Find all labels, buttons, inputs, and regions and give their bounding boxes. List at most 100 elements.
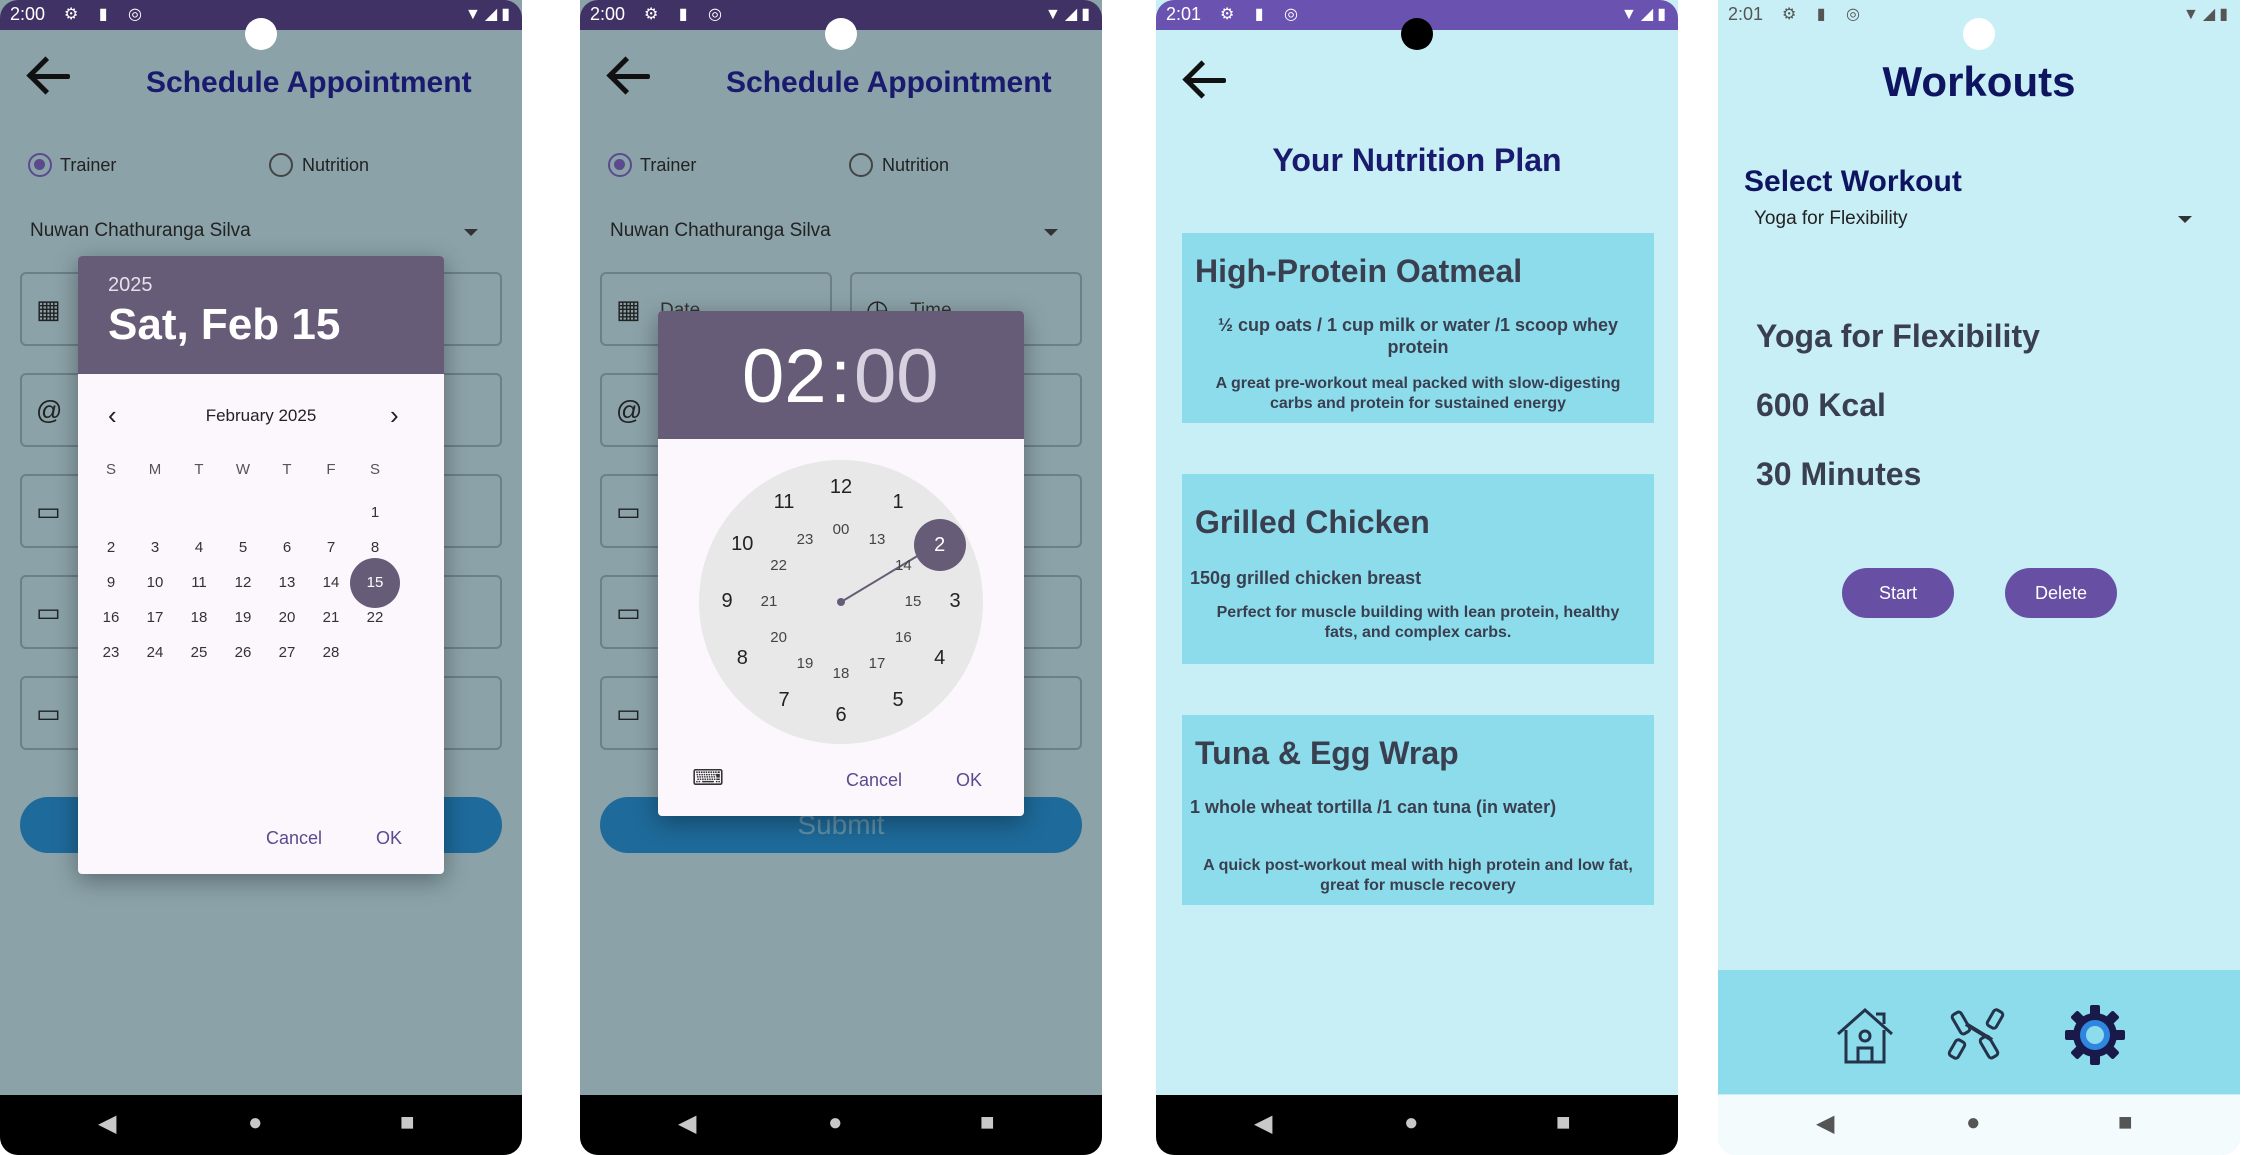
calendar-day[interactable]: 19	[221, 609, 265, 626]
meal-card-3[interactable]: Tuna & Egg Wrap 1 whole wheat tortilla /…	[1182, 715, 1654, 905]
calendar-day[interactable]: 28	[309, 644, 353, 661]
calendar-day[interactable]: 11	[177, 574, 221, 591]
clock-hour[interactable]: 9	[709, 590, 745, 613]
calendar-day[interactable]: 6	[265, 539, 309, 556]
calendar-day[interactable]: 5	[221, 539, 265, 556]
calendar-day[interactable]: 20	[265, 609, 309, 626]
delete-button[interactable]: Delete	[2005, 568, 2117, 618]
calendar-day[interactable]: 18	[177, 609, 221, 626]
nav-recents-icon[interactable]: ■	[400, 1109, 415, 1137]
chevron-down-icon[interactable]	[2178, 216, 2192, 223]
time-ok-button[interactable]: OK	[956, 770, 982, 791]
clock-hour-inner[interactable]: 23	[787, 531, 823, 548]
calendar-day[interactable]: 10	[133, 574, 177, 591]
clock-hour[interactable]: 12	[823, 476, 859, 499]
calendar-day[interactable]: 24	[133, 644, 177, 661]
clock-hour[interactable]: 5	[880, 689, 916, 712]
clock-hour-inner[interactable]: 19	[787, 655, 823, 672]
back-arrow-icon[interactable]	[606, 56, 656, 96]
nav-back-icon[interactable]: ◀	[678, 1109, 696, 1138]
dumbbell-icon[interactable]	[1944, 1000, 2014, 1070]
clock-hour-inner[interactable]: 00	[823, 521, 859, 538]
card-icon: ▭	[36, 597, 61, 627]
back-arrow-icon[interactable]	[26, 56, 76, 96]
calendar-day[interactable]: 8	[353, 539, 397, 556]
camera-cutout	[245, 18, 277, 50]
meal-ingredients: 1 whole wheat tortilla /1 can tuna (in w…	[1190, 797, 1557, 817]
clock-hour-inner[interactable]: 15	[895, 593, 931, 610]
nav-back-icon[interactable]: ◀	[1816, 1109, 1834, 1138]
chevron-down-icon[interactable]	[464, 229, 478, 236]
clock-hour[interactable]: 6	[823, 704, 859, 727]
clock-hour[interactable]: 7	[766, 689, 802, 712]
calendar-day[interactable]: 17	[133, 609, 177, 626]
clock-hour[interactable]: 11	[766, 491, 802, 514]
calendar-day[interactable]: 7	[309, 539, 353, 556]
clock-hour-inner[interactable]: 13	[859, 531, 895, 548]
clock-face[interactable]: 12 1 2 3 4 5 6 7 8 9 10 11 00 13 14 15 16 17 18 19 20 21 22 23	[699, 460, 983, 744]
trainer-dropdown[interactable]: Nuwan Chathuranga Silva	[30, 220, 251, 242]
date-picker-year[interactable]: 2025	[108, 274, 153, 297]
keyboard-icon[interactable]: ⌨	[692, 765, 724, 791]
nav-home-icon[interactable]: ●	[1404, 1109, 1419, 1137]
nav-home-icon[interactable]: ●	[248, 1109, 263, 1137]
nav-back-icon[interactable]: ◀	[1254, 1109, 1272, 1138]
calendar-day[interactable]: 2	[89, 539, 133, 556]
nav-home-icon[interactable]: ●	[828, 1109, 843, 1137]
nav-home-icon[interactable]: ●	[1966, 1109, 1981, 1137]
back-arrow-icon[interactable]	[1182, 60, 1232, 100]
calendar-day-selected[interactable]: 15	[350, 558, 400, 608]
nav-recents-icon[interactable]: ■	[1556, 1109, 1571, 1137]
time-cancel-button[interactable]: Cancel	[846, 770, 902, 791]
calendar-day[interactable]: 12	[221, 574, 265, 591]
calendar-day[interactable]: 26	[221, 644, 265, 661]
calendar-day[interactable]: 21	[309, 609, 353, 626]
calendar-day[interactable]: 9	[89, 574, 133, 591]
nav-recents-icon[interactable]: ■	[2118, 1109, 2133, 1137]
settings-gear-icon[interactable]	[2060, 1000, 2130, 1070]
clock-hour-inner[interactable]: 17	[859, 655, 895, 672]
meal-card-2[interactable]: Grilled Chicken 150g grilled chicken bre…	[1182, 474, 1654, 664]
time-hour[interactable]: 02	[742, 333, 827, 420]
clock-hour-inner[interactable]: 16	[885, 629, 921, 646]
clock-hour[interactable]: 4	[922, 647, 958, 670]
calendar-day[interactable]: 14	[309, 574, 353, 591]
nav-back-icon[interactable]: ◀	[98, 1109, 116, 1138]
card-icon: ▭	[616, 496, 641, 526]
next-month-chevron-icon[interactable]: ›	[390, 400, 399, 431]
meal-title: Tuna & Egg Wrap	[1195, 735, 1459, 771]
calendar-day[interactable]: 13	[265, 574, 309, 591]
calendar-day[interactable]: 23	[89, 644, 133, 661]
clock-hour-inner[interactable]: 18	[823, 665, 859, 682]
calendar-day[interactable]: 4	[177, 539, 221, 556]
radio-trainer[interactable]	[28, 153, 52, 177]
radio-trainer[interactable]	[608, 153, 632, 177]
clock-selected-hour[interactable]: 2	[913, 519, 966, 571]
date-cancel-button[interactable]: Cancel	[266, 828, 322, 849]
clock-hour-inner[interactable]: 14	[885, 557, 921, 574]
date-ok-button[interactable]: OK	[376, 828, 402, 849]
calendar-day[interactable]: 25	[177, 644, 221, 661]
clock-hour[interactable]: 10	[724, 533, 760, 556]
clock-hour[interactable]: 8	[724, 647, 760, 670]
calendar-day[interactable]: 22	[353, 609, 397, 626]
clock-hour[interactable]: 3	[937, 590, 973, 613]
calendar-day[interactable]: 3	[133, 539, 177, 556]
clock-hour[interactable]: 1	[880, 491, 916, 514]
radio-nutrition[interactable]	[849, 153, 873, 177]
meal-card-1[interactable]: High-Protein Oatmeal ½ cup oats / 1 cup …	[1182, 233, 1654, 423]
nav-recents-icon[interactable]: ■	[980, 1109, 995, 1137]
calendar-day[interactable]: 27	[265, 644, 309, 661]
workout-dropdown[interactable]: Yoga for Flexibility	[1754, 208, 1907, 230]
clock-hour-inner[interactable]: 21	[751, 593, 787, 610]
time-minute[interactable]: 00	[854, 333, 939, 420]
calendar-day[interactable]: 16	[89, 609, 133, 626]
trainer-dropdown[interactable]: Nuwan Chathuranga Silva	[610, 220, 831, 242]
calendar-day[interactable]: 1	[353, 504, 397, 521]
start-button[interactable]: Start	[1842, 568, 1954, 618]
clock-hour-inner[interactable]: 20	[761, 629, 797, 646]
chevron-down-icon[interactable]	[1044, 229, 1058, 236]
clock-hour-inner[interactable]: 22	[761, 557, 797, 574]
home-icon[interactable]	[1830, 1000, 1900, 1070]
radio-nutrition[interactable]	[269, 153, 293, 177]
